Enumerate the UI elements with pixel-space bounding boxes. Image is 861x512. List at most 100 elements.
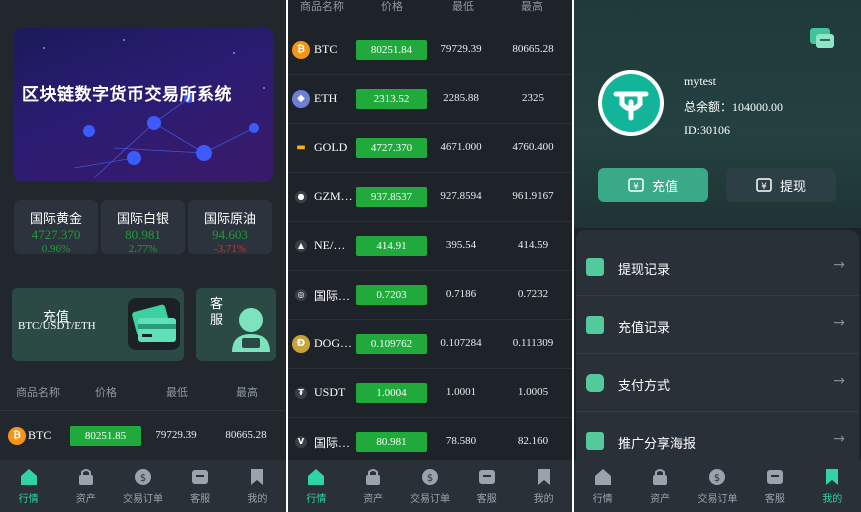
header-low: 最低 xyxy=(452,0,474,13)
low-price: 79729.39 xyxy=(155,429,197,441)
nav-label: 我的 xyxy=(247,493,268,505)
svg-text:$: $ xyxy=(714,473,720,484)
market-row[interactable]: ▬ GOLD 4727.370 4671.000 4760.400 xyxy=(288,124,572,173)
arrow-right-icon: → xyxy=(833,315,845,331)
ticker-gold[interactable]: 国际黄金 4727.370 0.96% xyxy=(14,200,98,255)
ticker-change: -3.71% xyxy=(213,243,247,255)
menu-item-payment-methods[interactable]: 支付方式 → xyxy=(576,354,859,412)
customer-service-card[interactable]: 客服 xyxy=(196,288,276,361)
nav-mine[interactable]: 我的 xyxy=(231,468,283,505)
nav-label: 交易订单 xyxy=(122,493,163,505)
nav-label: 交易订单 xyxy=(697,493,738,505)
ethereum-icon: ◆ xyxy=(292,90,310,108)
nav-mine[interactable]: 我的 xyxy=(518,468,570,505)
ticker-silver[interactable]: 国际白银 80.981 2.77% xyxy=(101,200,185,255)
list-header-name: 商品名称 xyxy=(16,386,60,399)
ticker-change: 0.96% xyxy=(41,243,71,255)
nav-label: 资产 xyxy=(363,493,384,505)
svg-text:¥: ¥ xyxy=(633,182,639,192)
low-price: 0.107284 xyxy=(440,337,482,349)
nav-orders[interactable]: $ 交易订单 xyxy=(691,468,743,505)
menu-label: 充值记录 xyxy=(618,321,671,336)
dogecoin-icon: Ð xyxy=(292,335,310,353)
high-price: 961.9167 xyxy=(512,190,554,202)
dollar-coin-icon: $ xyxy=(421,468,438,485)
withdraw-icon: ¥ xyxy=(756,178,772,192)
price-pill: 414.91 xyxy=(356,236,427,256)
svg-text:¥: ¥ xyxy=(761,182,767,192)
bookmark-icon xyxy=(826,468,839,485)
message-icon[interactable] xyxy=(808,26,836,52)
deposit-icon: ¥ xyxy=(628,178,644,192)
recharge-card[interactable]: 充值 BTC/USDT/ETH xyxy=(12,288,184,361)
market-row[interactable]: ▲ NE/… 414.91 395.54 414.59 xyxy=(288,222,572,271)
nav-market[interactable]: 行情 xyxy=(3,468,55,505)
nav-service[interactable]: 客服 xyxy=(461,468,513,505)
bitcoin-icon: ₿ xyxy=(292,41,310,59)
nav-orders[interactable]: $ 交易订单 xyxy=(404,468,456,505)
dollar-coin-icon: $ xyxy=(134,468,151,485)
market-row[interactable]: ◎ 国际… 0.7203 0.7186 0.7232 xyxy=(288,271,572,320)
username: mytest xyxy=(684,74,716,88)
market-row[interactable]: ● GZM… 937.8537 927.8594 961.9167 xyxy=(288,173,572,222)
low-price: 79729.39 xyxy=(440,43,482,55)
nav-orders[interactable]: $ 交易订单 xyxy=(117,468,169,505)
bottom-nav: 行情 资产 $ 交易订单 客服 我的 xyxy=(288,460,572,512)
coin-name: ETH xyxy=(314,91,338,105)
coin-name: GOLD xyxy=(314,140,348,154)
gold-bars-icon: ▬ xyxy=(296,142,306,153)
profile-card: mytest 总余额：104000.00 ID:30106 ¥ 充值 ¥ 提现 xyxy=(574,0,861,228)
market-row[interactable]: ₿ BTC 80251.84 79729.39 80665.28 xyxy=(288,26,572,75)
chat-icon xyxy=(192,469,209,484)
coin-name: USDT xyxy=(314,385,346,399)
lock-icon xyxy=(653,468,668,485)
deposit-record-icon xyxy=(586,316,604,334)
nav-label: 客服 xyxy=(764,493,785,505)
nav-mine[interactable]: 我的 xyxy=(806,468,858,505)
banner-title: 区块链数字货币交易所系统 xyxy=(22,85,232,105)
nav-label: 我的 xyxy=(533,493,554,505)
deposit-button[interactable]: ¥ 充值 xyxy=(598,168,708,202)
menu-item-withdraw-records[interactable]: 提现记录 → xyxy=(576,238,859,296)
ne-coin-icon: ▲ xyxy=(295,240,307,252)
ticker-name: 国际黄金 xyxy=(29,211,82,226)
bottom-nav: 行情 资产 $ 交易订单 客服 我的 xyxy=(0,460,286,512)
network-graphic xyxy=(43,39,265,179)
nav-market[interactable]: 行情 xyxy=(577,468,629,505)
divider xyxy=(0,410,286,411)
nav-service[interactable]: 客服 xyxy=(174,468,226,505)
market-row[interactable]: ₿ BTC 80251.85 79729.39 80665.28 xyxy=(0,420,286,452)
high-price: 4760.400 xyxy=(512,141,554,153)
promo-banner[interactable]: 区块链数字货币交易所系统 xyxy=(14,28,273,182)
nav-assets[interactable]: 资产 xyxy=(634,468,686,505)
nav-service[interactable]: 客服 xyxy=(749,468,801,505)
menu-label: 支付方式 xyxy=(618,379,671,394)
arrow-right-icon: → xyxy=(833,431,845,447)
header-name: 商品名称 xyxy=(300,0,344,13)
market-row[interactable]: ◆ ETH 2313.52 2285.88 2325 xyxy=(288,75,572,124)
avatar[interactable] xyxy=(598,70,664,136)
ticker-value: 94.603 xyxy=(212,227,248,242)
market-row[interactable]: Ð DOG… 0.109762 0.107284 0.111309 xyxy=(288,320,572,369)
price-pill: 2313.52 xyxy=(356,89,427,109)
nav-assets[interactable]: 资产 xyxy=(60,468,112,505)
poster-icon xyxy=(586,432,604,450)
withdraw-record-icon xyxy=(586,258,604,276)
ticker-crude-oil[interactable]: 国际原油 94.603 -3.71% xyxy=(188,200,272,255)
coin-name: GZM… xyxy=(314,189,353,203)
user-id: ID:30106 xyxy=(684,123,730,137)
list-header-low: 最低 xyxy=(166,386,188,399)
ticker-name: 国际白银 xyxy=(116,211,169,226)
nav-market[interactable]: 行情 xyxy=(290,468,342,505)
chat-icon xyxy=(766,469,783,484)
low-price: 78.580 xyxy=(445,435,477,447)
withdraw-button[interactable]: ¥ 提现 xyxy=(726,168,836,202)
arrow-right-icon: → xyxy=(833,257,845,273)
high-price: 0.111309 xyxy=(512,337,554,349)
menu-item-deposit-records[interactable]: 充值记录 → xyxy=(576,296,859,354)
market-row[interactable]: ₮ USDT 1.0004 1.0001 1.0005 xyxy=(288,369,572,418)
coin-name: DOG… xyxy=(314,336,352,350)
ticker-value: 4727.370 xyxy=(31,227,81,242)
nav-label: 客服 xyxy=(190,493,211,505)
nav-assets[interactable]: 资产 xyxy=(347,468,399,505)
